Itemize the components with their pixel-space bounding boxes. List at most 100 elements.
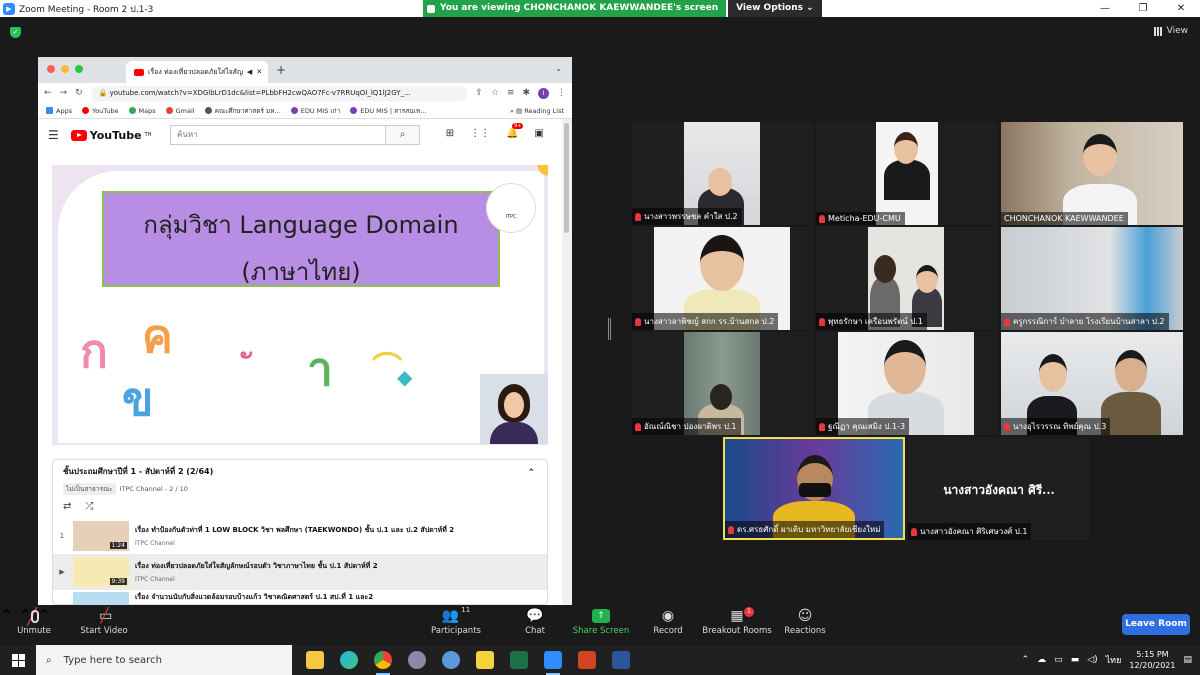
view-options-button[interactable]: View Options ⌄ <box>728 0 822 17</box>
word-icon[interactable] <box>604 645 638 675</box>
participant-tile[interactable]: ครูกรรณิการ์ บำลาย โรงเรียนบ้านสาลา ป.2 <box>1001 227 1183 330</box>
zoom-app-icon[interactable] <box>536 645 570 675</box>
playlist-item[interactable]: 1 1:24 เรื่อง ทำป้องกันตัวท่าที่ 1 LOW B… <box>53 518 547 554</box>
breakout-rooms-button[interactable]: ▦ 1 Breakout Rooms <box>702 606 772 636</box>
apps-icon[interactable]: ⋮⋮ <box>470 128 490 139</box>
bookmark-star-icon[interactable]: ☆ <box>491 88 499 98</box>
video-thumbnail: 9:39 <box>73 557 129 587</box>
reload-icon[interactable]: ↻ <box>75 88 83 98</box>
taskbar-search-input[interactable]: Type here to search <box>64 655 162 666</box>
create-video-icon[interactable]: ⊞ <box>446 128 454 139</box>
collapse-playlist-icon[interactable]: ⌃ <box>527 468 535 478</box>
participant-tile-active-speaker[interactable]: ดร.ศรธศักดิ์ ผาเติบ มหาวิทยาลัยเชียงใหม่ <box>723 437 905 540</box>
participant-video <box>1001 122 1183 225</box>
url-field[interactable]: 🔒 youtube.com/watch?v=XDGlbLrD1dc&list=P… <box>90 85 468 101</box>
audio-icon[interactable]: ◀ <box>247 68 252 76</box>
browser-tab[interactable]: เรื่อง ท่องเที่ยวปลอดภัยใส่ใจสัญ ◀ ✕ <box>126 61 268 83</box>
unmute-button[interactable]: ╱ Unmute <box>14 606 54 637</box>
notifications-icon[interactable]: ▤ <box>1183 655 1192 665</box>
app-icon[interactable] <box>400 645 434 675</box>
participant-name: ฐณิฏา คุณเสมิง ป.1-3 <box>828 422 906 431</box>
bookmark-maps[interactable]: Maps <box>128 107 156 115</box>
participant-tile[interactable]: นางสาวพรรษชล คำใส ป.2 <box>632 122 814 225</box>
participant-tile[interactable]: พุทธรักษา เครือนพรัตน์ ป.1 <box>816 227 998 330</box>
windows-start-button[interactable] <box>0 645 36 675</box>
video-player[interactable]: กลุ่มวิชา Language Domain (ภาษาไทย) ITPC… <box>52 165 548 445</box>
maximize-button[interactable]: ❐ <box>1124 0 1162 17</box>
back-icon[interactable]: ← <box>44 88 52 98</box>
leave-room-button[interactable]: Leave Room <box>1122 614 1190 635</box>
bookmark-gmail[interactable]: Gmail <box>165 107 195 115</box>
hamburger-menu-icon[interactable]: ☰ <box>48 128 59 142</box>
view-button[interactable]: View <box>1153 26 1188 36</box>
menu-icon[interactable]: ⋮ <box>557 88 566 98</box>
chrome-browser-icon[interactable] <box>366 645 400 675</box>
page-scrollbar[interactable] <box>562 119 572 605</box>
minimize-dot[interactable] <box>61 65 69 73</box>
tray-overflow-icon[interactable]: ⌃ <box>1022 655 1030 665</box>
taskbar-clock[interactable]: 5:15 PM 12/20/2021 <box>1129 649 1175 671</box>
youtube-search-box[interactable]: ค้นหา ⌕ <box>170 125 420 145</box>
reading-list[interactable]: » ▤ Reading List <box>510 103 564 118</box>
volume-icon[interactable]: ◁) <box>1087 655 1097 665</box>
battery-icon[interactable]: ▭ <box>1054 655 1063 665</box>
participant-tile[interactable]: อัณณ์ณิชา ปองผาติพร ป.1 <box>632 332 814 435</box>
cloud-icon[interactable]: ☁ <box>1037 655 1046 665</box>
minimize-button[interactable]: — <box>1086 0 1124 17</box>
bookmark-edu-mis-old[interactable]: EDU MIS เก่า <box>290 106 340 116</box>
split-view-handle[interactable] <box>608 318 611 340</box>
bookmark-edu-mis[interactable]: EDU MIS | สารสนเท... <box>350 106 426 116</box>
share-screen-button[interactable]: ↑ Share Screen <box>572 606 630 636</box>
bookmark-apps[interactable]: Apps <box>46 107 72 115</box>
bookmark-edu-faculty[interactable]: คณะศึกษาศาสตร์ มห... <box>204 106 281 116</box>
now-playing-icon: ▶ <box>59 568 65 576</box>
playlist-item-current[interactable]: ▶ 9:39 เรื่อง ท่องเที่ยวปลอดภัยใส่ใจสัญล… <box>53 554 547 590</box>
tab-search-icon[interactable]: ⌄ <box>555 64 562 73</box>
search-icon[interactable]: ⌕ <box>385 126 419 144</box>
taskbar-search-box[interactable]: ⌕ Type here to search <box>36 645 292 675</box>
file-explorer-icon[interactable] <box>298 645 332 675</box>
share-icon[interactable]: ⇪ <box>475 88 483 98</box>
shuffle-icon[interactable]: ⤮ <box>85 501 93 512</box>
network-icon[interactable]: ▬ <box>1071 655 1080 665</box>
new-tab-button[interactable]: + <box>276 63 286 77</box>
participant-tile[interactable]: ฐณิฏา คุณเสมิง ป.1-3 <box>816 332 998 435</box>
reactions-button[interactable]: ☺ Reactions <box>784 606 826 636</box>
youtube-logo[interactable]: YouTube TH <box>70 129 151 142</box>
participant-tile-no-video[interactable]: นางสาวอังคณา ศิรี... นางสาวอังคณา ศิริเศ… <box>908 437 1090 540</box>
bookmark-youtube[interactable]: YouTube <box>82 107 119 115</box>
globe-app-icon[interactable] <box>434 645 468 675</box>
start-video-button[interactable]: ▭ ╱ Start Video <box>78 606 130 636</box>
close-dot[interactable] <box>47 65 55 73</box>
playlist-item[interactable]: เรื่อง จำนวนนับกับสิ่งแวดล้อมรอบบ้างแก้ว… <box>53 590 547 605</box>
sticky-notes-icon[interactable] <box>468 645 502 675</box>
powerpoint-icon[interactable] <box>570 645 604 675</box>
clock-date: 12/20/2021 <box>1129 661 1176 670</box>
close-button[interactable]: ✕ <box>1162 0 1200 17</box>
tab-close-icon[interactable]: ✕ <box>256 68 262 76</box>
forward-icon[interactable]: → <box>60 88 68 98</box>
participants-button[interactable]: 👥 11 Participants <box>430 606 482 636</box>
zoom-dot[interactable] <box>75 65 83 73</box>
security-shield-icon[interactable]: ✓ <box>10 27 21 38</box>
chat-button[interactable]: 💬 Chat <box>520 606 550 636</box>
extensions-icon[interactable]: ✱ <box>522 88 530 98</box>
scrollbar-thumb[interactable] <box>564 123 569 233</box>
participant-tile[interactable]: Meticha-EDU-CMU <box>816 122 998 225</box>
loop-icon[interactable]: ⇄ <box>63 501 71 512</box>
record-button[interactable]: ◉ Record <box>650 606 686 636</box>
language-indicator[interactable]: ไทย <box>1106 653 1122 667</box>
account-icon[interactable]: ▣ <box>535 128 544 139</box>
audio-options-caret-icon[interactable]: ⌃ <box>0 606 13 625</box>
video-thumbnail <box>73 592 129 605</box>
participant-tile[interactable]: CHONCHANOK KAEWWANDEE <box>1001 122 1183 225</box>
participant-tile[interactable]: นางอุไรวรรณ ทิพย์คุณ ป.3 <box>1001 332 1183 435</box>
excel-icon[interactable] <box>502 645 536 675</box>
edge-browser-icon[interactable] <box>332 645 366 675</box>
profile-avatar[interactable]: I <box>538 87 549 99</box>
notifications-icon[interactable]: 🔔 9+ <box>506 123 524 139</box>
search-input[interactable]: ค้นหา <box>171 126 385 144</box>
queue-icon[interactable]: ≡ <box>507 88 515 98</box>
participant-tile[interactable]: นางสาวลาพิชญ์ สกก รร.บ้านสกล ป.2 <box>632 227 814 330</box>
playlist-title[interactable]: ชั้นประถมศึกษาปีที่ 1 - สัปดาห์ที่ 2 (2/… <box>63 465 537 478</box>
